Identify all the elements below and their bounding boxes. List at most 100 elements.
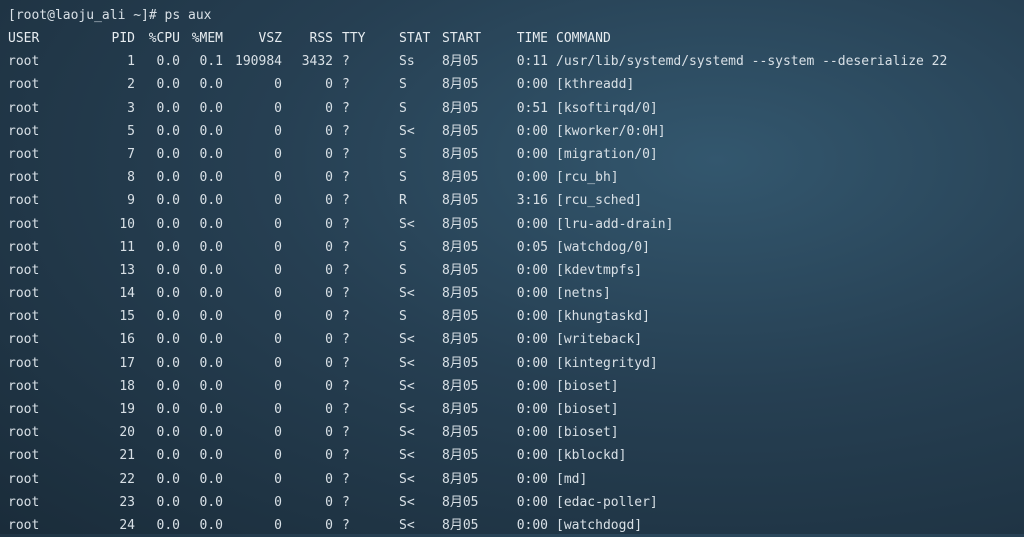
process-pid: 19 — [119, 402, 135, 417]
process-mem: 0.0 — [199, 100, 223, 116]
process-user: root — [8, 54, 40, 70]
process-pid: 2 — [127, 77, 135, 93]
process-tty: ? — [342, 216, 350, 232]
process-cpu: 0.0 — [156, 402, 180, 417]
process-pid: 5 — [127, 123, 135, 139]
process-start: 8月05 — [442, 146, 479, 162]
process-rss: 0 — [325, 123, 333, 139]
process-stat: S — [399, 100, 407, 116]
process-time: 0:00 — [516, 378, 548, 394]
table-row: root 15 0.0 0.0 0 0? S 8月05 0:00 [khungtaskd] — [8, 305, 1024, 328]
header-command: COMMAND — [556, 31, 611, 46]
process-tty: ? — [342, 309, 350, 325]
process-stat: S< — [399, 471, 415, 487]
process-pid: 8 — [127, 170, 135, 186]
process-tty: ? — [342, 77, 350, 93]
process-user: root — [8, 239, 40, 255]
process-rss: 0 — [325, 193, 333, 209]
process-vsz: 0 — [274, 332, 282, 348]
process-command: [rcu_sched] — [556, 193, 643, 209]
table-row: root 9 0.0 0.0 0 0? R 8月05 3:16 [rcu_sched] — [8, 189, 1024, 212]
process-command: [netns] — [556, 286, 611, 302]
process-cpu: 0.0 — [156, 286, 180, 302]
table-row: root 23 0.0 0.0 0 0? S< 8月05 0:00 [edac-poller] — [8, 491, 1024, 514]
table-header: USER PID %CPU %MEM VSZ RSS TTY STAT STAR… — [8, 27, 1024, 50]
process-tty: ? — [342, 332, 350, 348]
process-vsz: 0 — [274, 309, 282, 325]
process-pid: 14 — [119, 286, 135, 302]
process-user: root — [8, 378, 40, 394]
process-cpu: 0.0 — [156, 193, 180, 209]
process-start: 8月05 — [442, 471, 479, 487]
header-vsz: VSZ — [258, 31, 282, 46]
table-row: root 10 0.0 0.0 0 0? S< 8月05 0:00 [lru-add-drain] — [8, 213, 1024, 236]
process-mem: 0.0 — [199, 216, 223, 232]
process-user: root — [8, 448, 40, 464]
process-pid: 22 — [119, 471, 135, 487]
process-cpu: 0.0 — [156, 309, 180, 325]
process-vsz: 0 — [274, 425, 282, 441]
process-cpu: 0.0 — [156, 216, 180, 232]
process-pid: 15 — [119, 309, 135, 325]
terminal-window[interactable]: [root@laoju_ali ~]# ps aux USER PID %CPU… — [0, 0, 1024, 534]
process-command: [watchdog/0] — [556, 239, 650, 255]
process-mem: 0.0 — [199, 193, 223, 209]
process-vsz: 0 — [274, 193, 282, 209]
process-cpu: 0.0 — [156, 378, 180, 394]
table-row: root 14 0.0 0.0 0 0? S< 8月05 0:00 [netns] — [8, 282, 1024, 305]
header-start: START — [442, 31, 482, 46]
table-row: root 2 0.0 0.0 0 0? S 8月05 0:00 [kthreadd] — [8, 73, 1024, 96]
process-vsz: 0 — [274, 378, 282, 394]
process-time: 0:00 — [516, 402, 548, 417]
process-mem: 0.0 — [199, 262, 223, 278]
process-user: root — [8, 77, 40, 93]
process-time: 0:00 — [516, 309, 548, 325]
process-stat: S< — [399, 332, 415, 348]
process-start: 8月05 — [442, 193, 479, 209]
process-cpu: 0.0 — [156, 146, 180, 162]
process-time: 0:00 — [516, 332, 548, 348]
process-command: [migration/0] — [556, 146, 658, 162]
process-pid: 17 — [119, 355, 135, 371]
process-mem: 0.0 — [199, 378, 223, 394]
header-stat: STAT — [399, 31, 431, 46]
process-command: [kdevtmpfs] — [556, 262, 643, 278]
process-rss: 0 — [325, 378, 333, 394]
process-start: 8月05 — [442, 54, 479, 70]
process-stat: S — [399, 239, 407, 255]
table-row: root 21 0.0 0.0 0 0? S< 8月05 0:00 [kblockd] — [8, 444, 1024, 467]
process-command: [bioset] — [556, 378, 619, 394]
process-time: 0:00 — [516, 471, 548, 487]
process-tty: ? — [342, 494, 350, 510]
process-cpu: 0.0 — [156, 425, 180, 441]
process-vsz: 0 — [274, 123, 282, 139]
process-tty: ? — [342, 193, 350, 209]
table-row: root 13 0.0 0.0 0 0? S 8月05 0:00 [kdevtmpfs] — [8, 259, 1024, 282]
process-stat: R — [399, 193, 407, 209]
process-vsz: 0 — [274, 355, 282, 371]
process-tty: ? — [342, 402, 350, 417]
process-tty: ? — [342, 355, 350, 371]
process-stat: S< — [399, 494, 415, 510]
process-user: root — [8, 425, 40, 441]
table-row: root 16 0.0 0.0 0 0? S< 8月05 0:00 [writeback] — [8, 328, 1024, 351]
process-start: 8月05 — [442, 494, 479, 510]
process-user: root — [8, 170, 40, 186]
process-mem: 0.0 — [199, 471, 223, 487]
process-command: [md] — [556, 471, 588, 487]
process-user: root — [8, 123, 40, 139]
process-tty: ? — [342, 123, 350, 139]
process-user: root — [8, 286, 40, 302]
table-row: root 22 0.0 0.0 0 0? S< 8月05 0:00 [md] — [8, 468, 1024, 491]
process-command: [bioset] — [556, 425, 619, 441]
process-start: 8月05 — [442, 448, 479, 464]
process-start: 8月05 — [442, 355, 479, 371]
process-time: 0:11 — [516, 54, 548, 70]
process-mem: 0.0 — [199, 123, 223, 139]
process-user: root — [8, 146, 40, 162]
process-cpu: 0.0 — [156, 471, 180, 487]
process-stat: S< — [399, 378, 415, 394]
process-stat: S< — [399, 286, 415, 302]
process-start: 8月05 — [442, 402, 479, 417]
process-rss: 0 — [325, 332, 333, 348]
